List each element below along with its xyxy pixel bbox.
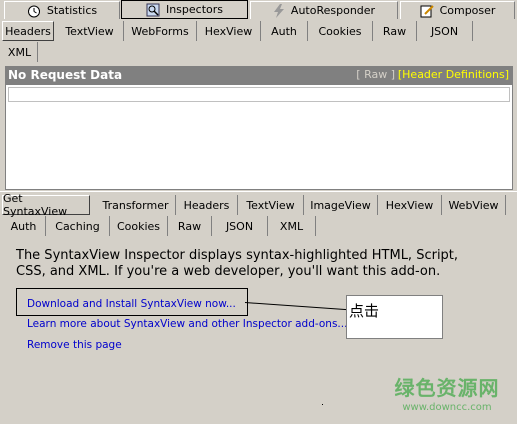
request-panel-title: No Request Data (8, 68, 123, 82)
tab-inspectors-label: Inspectors (165, 3, 224, 16)
tab-response-headers[interactable]: Headers (176, 195, 238, 215)
annotation-highlight-box (16, 288, 248, 316)
tab-response-imageview[interactable]: ImageView (304, 195, 378, 215)
tab-response-textview[interactable]: TextView (238, 195, 304, 215)
tab-response-raw[interactable]: Raw (168, 216, 212, 236)
lightning-icon (273, 3, 285, 18)
tab-response-caching[interactable]: Caching (46, 216, 110, 236)
request-header-bar: No Request Data [ Raw ] [Header Definiti… (5, 66, 513, 84)
tab-response-cookies[interactable]: Cookies (110, 216, 168, 236)
stray-dot (322, 404, 323, 405)
tab-response-auth[interactable]: Auth (2, 216, 46, 236)
tab-response-hexview[interactable]: HexView (378, 195, 442, 215)
request-headers-view (5, 84, 513, 190)
tab-autoresponder[interactable]: AutoResponder (250, 1, 398, 19)
tab-request-webforms[interactable]: WebForms (124, 21, 197, 41)
tab-request-headers[interactable]: Headers (2, 21, 54, 41)
tab-request-cookies[interactable]: Cookies (308, 21, 373, 41)
header-definitions-link[interactable]: [Header Definitions] (398, 68, 509, 81)
tab-request-json[interactable]: JSON (417, 21, 473, 41)
main-tab-strip: Statistics Inspectors AutoResponder Comp… (0, 0, 517, 20)
tab-autoresponder-label: AutoResponder (290, 4, 376, 17)
response-tabs: Get SyntaxView Transformer Headers TextV… (0, 192, 517, 218)
request-tabs-row2: XML (0, 42, 517, 63)
syntaxview-intro: The SyntaxView Inspector displays syntax… (16, 248, 459, 279)
request-tabs: Headers TextView WebForms HexView Auth C… (0, 21, 517, 42)
watermark: 绿色资源网 www.downcc.com (382, 372, 512, 413)
tab-statistics-label: Statistics (46, 4, 98, 17)
tab-get-syntaxview[interactable]: Get SyntaxView (2, 192, 90, 218)
tab-response-webview[interactable]: WebView (442, 195, 506, 215)
tab-composer[interactable]: Composer (400, 1, 515, 19)
tab-response-json[interactable]: JSON (212, 216, 268, 236)
response-tabs-row2: Auth Caching Cookies Raw JSON XML (0, 216, 517, 237)
tab-request-auth[interactable]: Auth (261, 21, 308, 41)
tab-request-textview[interactable]: TextView (56, 21, 124, 41)
stopwatch-icon (27, 4, 41, 18)
tab-request-raw[interactable]: Raw (373, 21, 417, 41)
tab-statistics[interactable]: Statistics (4, 1, 120, 19)
tab-response-xml[interactable]: XML (268, 216, 316, 236)
inspect-icon (146, 3, 160, 17)
tab-response-transformer[interactable]: Transformer (96, 195, 176, 215)
tab-inspectors[interactable]: Inspectors (121, 0, 248, 19)
watermark-url: www.downcc.com (402, 402, 492, 413)
learn-more-link[interactable]: Learn more about SyntaxView and other In… (27, 318, 347, 330)
tab-request-hexview[interactable]: HexView (197, 21, 261, 41)
raw-link[interactable]: [ Raw ] (356, 68, 395, 81)
remove-page-link[interactable]: Remove this page (27, 339, 122, 351)
request-first-line (8, 87, 510, 102)
compose-icon (420, 4, 434, 18)
tab-composer-label: Composer (439, 4, 496, 17)
watermark-text: 绿色资源网 (394, 376, 500, 400)
tab-request-xml[interactable]: XML (2, 42, 38, 62)
annotation-callout: 点击 (346, 295, 443, 339)
